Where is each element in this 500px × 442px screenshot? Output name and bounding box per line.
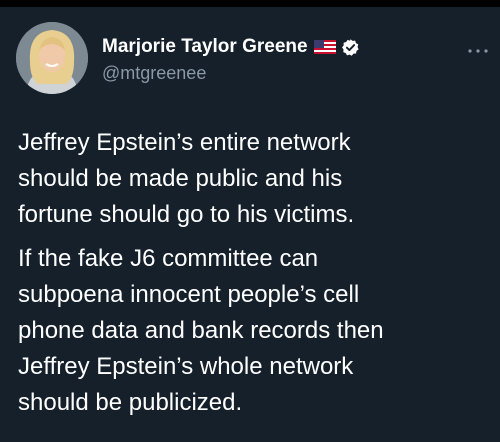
- tweet-text: Jeffrey Epstein’s entire network should …: [18, 125, 488, 421]
- avatar-image: [16, 22, 88, 94]
- tweet-line: fortune should go to his victims.: [18, 201, 355, 228]
- tweet-line: phone data and bank records then: [18, 317, 384, 344]
- verified-badge-icon: [341, 38, 360, 57]
- tweet-card: Marjorie Taylor Greene @mtgreenee Jeffre…: [0, 0, 500, 442]
- tweet-paragraph: Jeffrey Epstein’s entire network should …: [18, 125, 488, 233]
- author-handle[interactable]: @mtgreenee: [102, 63, 206, 84]
- tweet-line: should be made public and his: [18, 165, 343, 192]
- us-flag-icon: [313, 40, 336, 54]
- author-display-name[interactable]: Marjorie Taylor Greene: [102, 36, 308, 58]
- tweet-line: subpoena innocent people’s cell: [18, 281, 360, 308]
- author-name-row: Marjorie Taylor Greene: [102, 35, 360, 59]
- tweet-line: Jeffrey Epstein’s whole network: [18, 353, 354, 380]
- tweet-paragraph: If the fake J6 committee can subpoena in…: [18, 241, 488, 421]
- more-options-icon[interactable]: [467, 42, 489, 53]
- tweet-line: If the fake J6 committee can: [18, 245, 319, 272]
- tweet-line: Jeffrey Epstein’s entire network: [18, 129, 351, 156]
- avatar[interactable]: [16, 22, 88, 94]
- tweet-line: should be publicized.: [18, 389, 243, 416]
